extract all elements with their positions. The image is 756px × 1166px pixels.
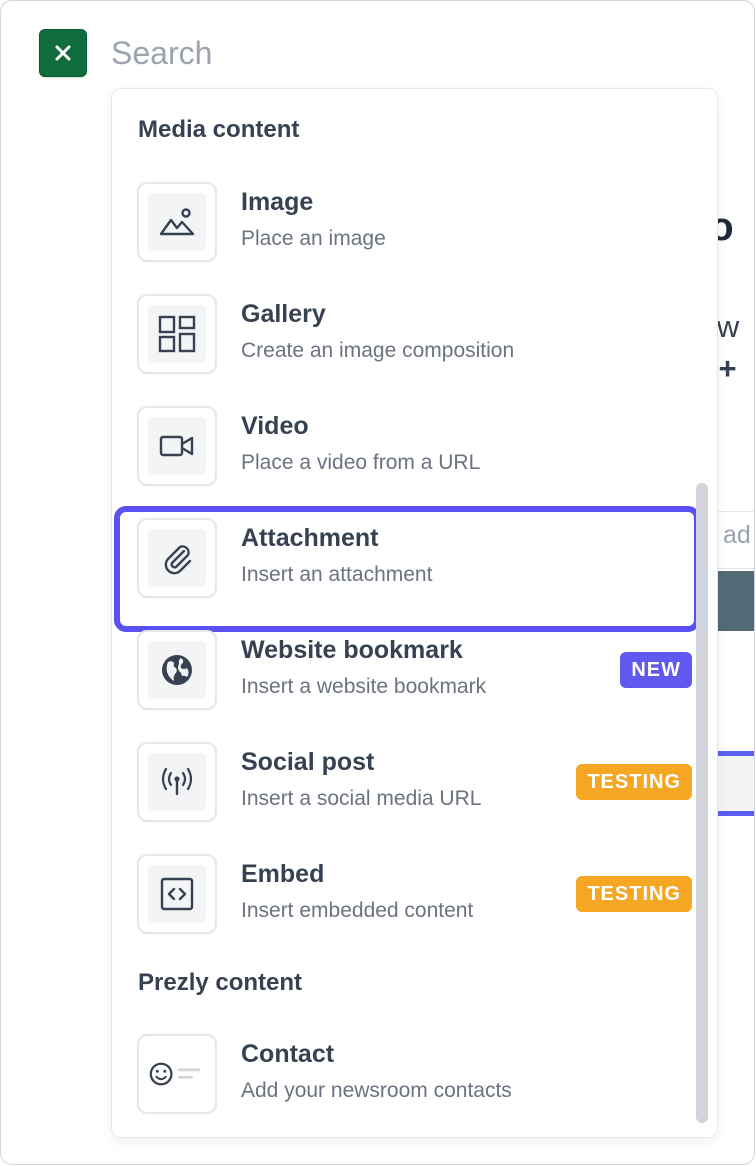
background-table-header	[717, 571, 754, 631]
image-icon	[159, 208, 195, 236]
menu-item-description: Insert embedded content	[241, 899, 474, 922]
code-icon	[160, 877, 194, 911]
menu-item-embed[interactable]: Embed Insert embedded content TESTING	[112, 840, 692, 940]
new-badge: NEW	[620, 652, 692, 688]
background-divider	[717, 811, 754, 816]
menu-item-description: Insert a social media URL	[241, 787, 482, 810]
gallery-icon	[158, 315, 196, 353]
menu-item-social-post[interactable]: Social post Insert a social media URL TE…	[112, 728, 692, 828]
icon-box	[137, 294, 217, 374]
icon-box	[137, 854, 217, 934]
menu-item-label: Video	[241, 412, 309, 440]
icon-box	[137, 1034, 217, 1114]
insert-menu: Media content Image Place an image Galle…	[111, 88, 718, 1138]
search-input[interactable]	[111, 31, 671, 75]
section-title-media: Media content	[138, 116, 300, 143]
close-button[interactable]	[39, 29, 87, 77]
globe-icon	[162, 655, 192, 685]
menu-item-label: Image	[241, 188, 314, 216]
menu-item-image[interactable]: Image Place an image	[112, 168, 692, 268]
menu-item-label: Embed	[241, 860, 325, 888]
icon-box	[137, 742, 217, 822]
menu-item-contact[interactable]: Contact Add your newsroom contacts	[112, 1020, 692, 1120]
contact-icon	[149, 1062, 201, 1086]
menu-item-description: Insert a website bookmark	[241, 675, 487, 698]
editor-frame: yo e w n + ad Media content Image	[0, 0, 755, 1165]
background-input-text: ad	[723, 521, 751, 549]
testing-badge: TESTING	[576, 764, 692, 800]
icon-box	[137, 518, 217, 598]
icon-box	[137, 182, 217, 262]
testing-badge: TESTING	[576, 876, 692, 912]
menu-item-attachment[interactable]: Attachment Insert an attachment	[112, 504, 700, 632]
icon-box	[137, 630, 217, 710]
paperclip-icon	[164, 545, 192, 575]
menu-item-label: Social post	[241, 748, 375, 776]
broadcast-icon	[161, 767, 193, 796]
video-icon	[159, 435, 194, 457]
menu-item-description: Place a video from a URL	[241, 451, 481, 474]
close-icon	[55, 45, 71, 61]
menu-item-website-bookmark[interactable]: Website bookmark Insert a website bookma…	[112, 616, 692, 716]
menu-item-gallery[interactable]: Gallery Create an image composition	[112, 280, 692, 380]
menu-item-description: Insert an attachment	[241, 563, 433, 586]
menu-item-label: Contact	[241, 1040, 335, 1068]
menu-item-video[interactable]: Video Place a video from a URL	[112, 392, 692, 492]
menu-item-description: Create an image composition	[241, 339, 515, 362]
section-title-prezly: Prezly content	[138, 969, 303, 996]
menu-item-label: Website bookmark	[241, 636, 463, 664]
menu-item-description: Place an image	[241, 227, 386, 250]
menu-item-description: Add your newsroom contacts	[241, 1079, 512, 1102]
menu-item-label: Gallery	[241, 300, 326, 328]
menu-item-label: Attachment	[241, 524, 379, 552]
background-block	[717, 756, 754, 811]
scrollbar-thumb[interactable]	[696, 483, 708, 1123]
icon-box	[137, 406, 217, 486]
